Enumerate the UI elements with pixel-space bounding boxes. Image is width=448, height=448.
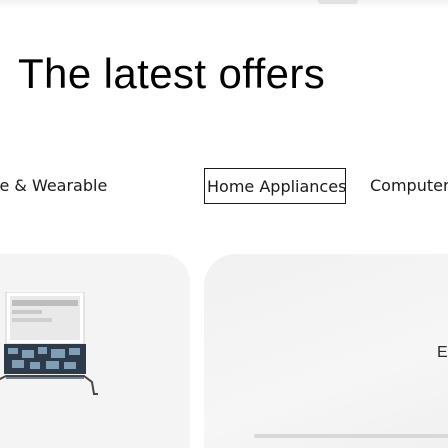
offer-card[interactable] bbox=[0, 254, 190, 448]
laptop-product-image bbox=[0, 292, 98, 395]
section-title: The latest offers bbox=[18, 50, 326, 97]
tab-mobile-wearable[interactable]: le & Wearable bbox=[0, 168, 107, 204]
top-banner-edge bbox=[0, 0, 448, 22]
tab-home-appliances[interactable]: Home Appliances bbox=[204, 168, 346, 204]
card-caption: E bbox=[437, 344, 448, 361]
card-background bbox=[204, 254, 448, 448]
tab-computer-monitor[interactable]: Computer Mo bbox=[370, 168, 448, 204]
page: The latest offers le & Wearable Home App… bbox=[0, 0, 448, 448]
offer-card[interactable]: E bbox=[204, 254, 448, 448]
category-tabs: le & Wearable Home Appliances Computer M… bbox=[0, 168, 448, 208]
monitor-product-image bbox=[254, 434, 448, 438]
banner-indicator bbox=[318, 0, 358, 4]
banner-shadow bbox=[0, 0, 448, 8]
